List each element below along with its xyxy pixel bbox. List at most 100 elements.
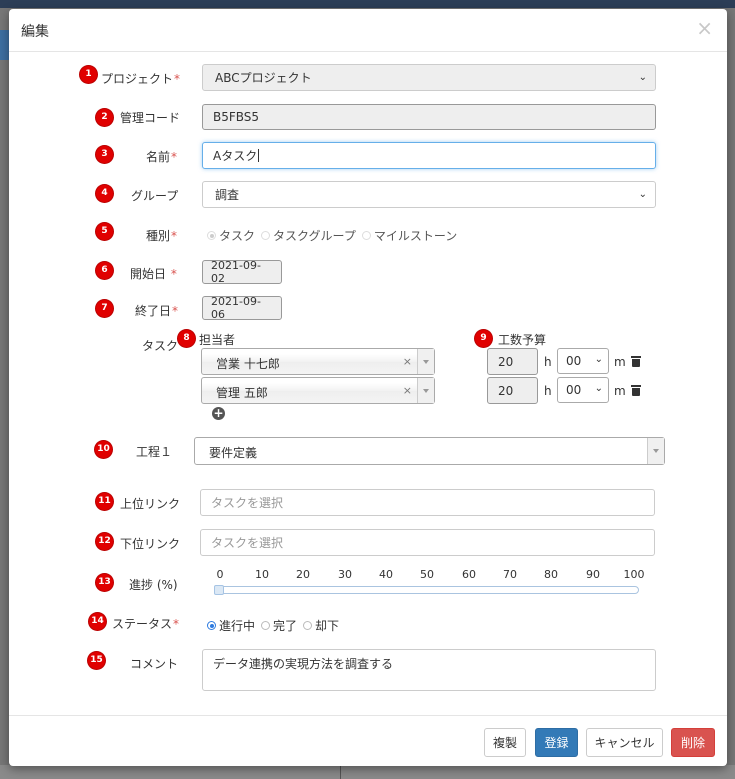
- minutes-select-2[interactable]: 00 ⌄: [557, 377, 609, 403]
- backdrop-table: [0, 765, 735, 779]
- chevron-down-icon: ⌄: [638, 188, 647, 200]
- status-radio-done[interactable]: [261, 621, 271, 630]
- tick-label: 70: [503, 568, 517, 581]
- duplicate-button[interactable]: 複製: [484, 728, 526, 757]
- comment-value: データ連携の実現方法を調査する: [213, 657, 394, 671]
- tick-label: 90: [586, 568, 600, 581]
- tick-label: 30: [338, 568, 352, 581]
- tick-label: 10: [255, 568, 269, 581]
- comment-label: コメント: [130, 657, 179, 671]
- marker-12: 12: [96, 533, 113, 550]
- child-link-input[interactable]: [200, 529, 655, 556]
- chevron-down-icon[interactable]: [647, 438, 664, 464]
- parent-link-input[interactable]: [200, 489, 655, 516]
- comment-textarea[interactable]: データ連携の実現方法を調査する: [202, 649, 656, 691]
- minutes-value: 00: [566, 383, 582, 397]
- tick-label: 80: [544, 568, 558, 581]
- dialog-footer: 複製 登録 キャンセル 削除: [9, 715, 727, 767]
- chevron-down-icon: ⌄: [594, 383, 603, 394]
- kind-option-label: マイルストーン: [373, 229, 458, 243]
- tick-label: 40: [379, 568, 393, 581]
- process-label: 工程１: [136, 445, 173, 459]
- add-assignee-icon[interactable]: +: [212, 407, 225, 420]
- marker-15: 15: [88, 652, 105, 669]
- minutes-value: 00: [566, 354, 582, 368]
- child-link-label: 下位リンク: [120, 537, 181, 551]
- clear-icon[interactable]: ×: [403, 384, 412, 397]
- clear-icon[interactable]: ×: [403, 355, 412, 368]
- status-radio-rejected[interactable]: [303, 621, 313, 630]
- cancel-button[interactable]: キャンセル: [586, 728, 663, 757]
- marker-7: 7: [96, 300, 113, 317]
- delete-button[interactable]: 削除: [671, 728, 715, 757]
- tick-label: 50: [420, 568, 434, 581]
- dialog-title: 編集: [21, 24, 49, 40]
- status-option-label: 完了: [273, 619, 298, 633]
- chevron-down-icon: ⌄: [638, 71, 647, 83]
- project-select[interactable]: ABCプロジェクト ⌄: [202, 64, 656, 91]
- minutes-select-1[interactable]: 00 ⌄: [557, 348, 609, 374]
- assignee-select-2[interactable]: 管理 五郎 ×: [201, 377, 435, 404]
- status-option-label: 進行中: [219, 619, 256, 633]
- name-value: Aタスク: [213, 149, 258, 163]
- slider-handle[interactable]: [214, 585, 224, 595]
- code-label: 管理コード: [120, 111, 181, 125]
- hours-value: 20: [498, 383, 514, 398]
- hours-field-2[interactable]: 20: [487, 377, 538, 404]
- project-select-value: ABCプロジェクト: [215, 71, 312, 85]
- kind-radio-milestone: [361, 231, 371, 240]
- group-select[interactable]: 調査 ⌄: [202, 181, 656, 208]
- process-select[interactable]: 要件定義: [194, 437, 665, 465]
- backdrop-header: [0, 0, 735, 8]
- minutes-unit: m: [614, 384, 626, 398]
- start-date-field[interactable]: 2021-09-02: [202, 259, 282, 285]
- code-value: B5FBS5: [213, 110, 260, 124]
- task-label: タスク: [142, 339, 179, 353]
- tick-label: 60: [462, 568, 476, 581]
- chevron-down-icon[interactable]: [417, 349, 434, 374]
- kind-label: 種別*: [146, 229, 178, 243]
- end-date-field[interactable]: 2021-09-06: [202, 295, 282, 321]
- progress-slider[interactable]: [215, 586, 639, 594]
- name-field[interactable]: Aタスク: [202, 142, 656, 169]
- marker-5: 5: [96, 223, 113, 240]
- start-date-label: 開始日 *: [130, 267, 177, 281]
- process-value: 要件定義: [209, 446, 258, 460]
- edit-dialog: 編集 × 1 プロジェクト* ABCプロジェクト ⌄ 2 管理コード B5FBS…: [9, 9, 727, 766]
- register-button[interactable]: 登録: [535, 728, 578, 757]
- assignee-value: 営業 十七郎: [216, 357, 280, 371]
- progress-label: 進捗 (%): [129, 578, 178, 592]
- marker-4: 4: [96, 185, 113, 202]
- tick-label: 20: [296, 568, 310, 581]
- chevron-down-icon: ⌄: [594, 354, 603, 365]
- assignee-header: 担当者: [199, 333, 236, 347]
- group-select-value: 調査: [215, 188, 240, 202]
- status-radio-inprogress[interactable]: [207, 621, 216, 630]
- hours-field-1[interactable]: 20: [487, 348, 538, 375]
- marker-11: 11: [96, 493, 113, 510]
- minutes-unit: m: [614, 355, 626, 369]
- marker-13: 13: [96, 574, 113, 591]
- end-date-value: 2021-09-06: [211, 295, 261, 321]
- parent-link-label: 上位リンク: [120, 497, 181, 511]
- dialog-header: 編集 ×: [9, 9, 727, 52]
- assignee-value: 管理 五郎: [216, 386, 268, 400]
- project-label: プロジェクト*: [101, 72, 181, 86]
- close-icon[interactable]: ×: [696, 16, 713, 40]
- status-radio-group: 進行中 完了 却下: [207, 617, 345, 634]
- hours-unit: h: [544, 355, 552, 369]
- kind-radio-taskgroup: [261, 231, 271, 240]
- tick-label: 0: [216, 568, 224, 581]
- kind-option-label: タスク: [219, 229, 256, 243]
- budget-header: 工数予算: [498, 333, 547, 347]
- chevron-down-icon[interactable]: [417, 378, 434, 403]
- status-option-label: 却下: [315, 619, 340, 633]
- status-label: ステータス*: [112, 617, 180, 631]
- marker-9: 9: [475, 330, 492, 347]
- hours-value: 20: [498, 354, 514, 369]
- trash-icon[interactable]: [631, 385, 641, 396]
- group-label: グループ: [131, 189, 179, 203]
- code-field: B5FBS5: [202, 104, 656, 130]
- trash-icon[interactable]: [631, 356, 641, 367]
- assignee-select-1[interactable]: 営業 十七郎 ×: [201, 348, 435, 375]
